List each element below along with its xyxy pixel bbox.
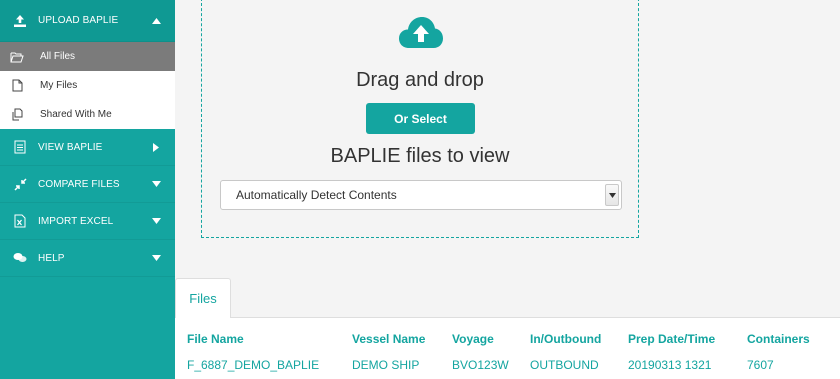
cloud-upload-icon (398, 16, 444, 50)
column-header-voyage[interactable]: Voyage (452, 332, 494, 346)
sidebar-item-label: Shared With Me (40, 109, 112, 120)
table-cell-prep-date-time: 20190313 1321 (628, 358, 712, 372)
column-header-prep-date-time[interactable]: Prep Date/Time (628, 332, 715, 346)
tab-files[interactable]: Files (175, 278, 231, 318)
content-detection-select[interactable]: Automatically Detect Contents (220, 180, 622, 210)
sidebar-item-all-files[interactable]: All Files (0, 42, 175, 71)
table-cell-file-name[interactable]: F_6887_DEMO_BAPLIE (187, 358, 319, 372)
caret-up-icon (151, 16, 161, 26)
chat-bubbles-icon (12, 250, 28, 266)
files-panel: Files File Name Vessel Name Voyage In/Ou… (175, 278, 840, 379)
nav-section-label: COMPARE FILES (38, 178, 120, 190)
column-header-in-outbound[interactable]: In/Outbound (530, 332, 601, 346)
nav-section-label: HELP (38, 252, 65, 264)
nav-upload-baplie[interactable]: UPLOAD BAPLIE (0, 0, 175, 42)
sidebar-item-shared-with-me[interactable]: Shared With Me (0, 100, 175, 129)
file-icon (10, 79, 24, 93)
nav-upload-label: UPLOAD BAPLIE (38, 15, 119, 26)
nav-help[interactable]: HELP (0, 240, 175, 277)
compress-arrows-icon (12, 176, 28, 192)
nav-view-baplie[interactable]: VIEW BAPLIE (0, 129, 175, 166)
nav-section-label: IMPORT EXCEL (38, 215, 114, 227)
files-table: File Name Vessel Name Voyage In/Outbound… (175, 317, 840, 379)
file-drop-zone[interactable]: Drag and drop Or Select BAPLIE files to … (201, 0, 639, 238)
document-icon (12, 139, 28, 155)
table-cell-voyage: BVO123W (452, 358, 509, 372)
sidebar-item-label: My Files (40, 80, 78, 91)
caret-down-icon (151, 253, 161, 263)
column-header-containers[interactable]: Containers (747, 332, 810, 346)
caret-down-icon (151, 179, 161, 189)
upload-icon (12, 13, 28, 29)
folder-open-icon (10, 50, 24, 64)
sidebar-item-my-files[interactable]: My Files (0, 71, 175, 100)
nav-section-label: VIEW BAPLIE (38, 141, 103, 153)
dropdown-arrow-icon[interactable] (605, 184, 619, 206)
sidebar-item-label: All Files (40, 51, 76, 62)
caret-down-icon (151, 216, 161, 226)
select-file-button[interactable]: Or Select (366, 103, 475, 134)
drag-and-drop-title: Drag and drop (356, 69, 484, 91)
content-detection-value: Automatically Detect Contents (236, 188, 397, 202)
table-cell-containers: 7607 (747, 358, 774, 372)
excel-file-icon (12, 213, 28, 229)
column-header-file-name[interactable]: File Name (187, 332, 244, 346)
upload-submenu: All Files My Files Shared With Me (0, 42, 175, 129)
table-cell-vessel-name: DEMO SHIP (352, 358, 420, 372)
nav-compare-files[interactable]: COMPARE FILES (0, 166, 175, 203)
caret-right-icon (151, 142, 161, 152)
column-header-vessel-name[interactable]: Vessel Name (352, 332, 425, 346)
table-cell-in-outbound: OUTBOUND (530, 358, 599, 372)
sidebar: UPLOAD BAPLIE All Files My Files Shared … (0, 0, 175, 379)
shared-files-icon (10, 108, 24, 122)
baplie-files-subtitle: BAPLIE files to view (330, 145, 510, 167)
nav-import-excel[interactable]: IMPORT EXCEL (0, 203, 175, 240)
